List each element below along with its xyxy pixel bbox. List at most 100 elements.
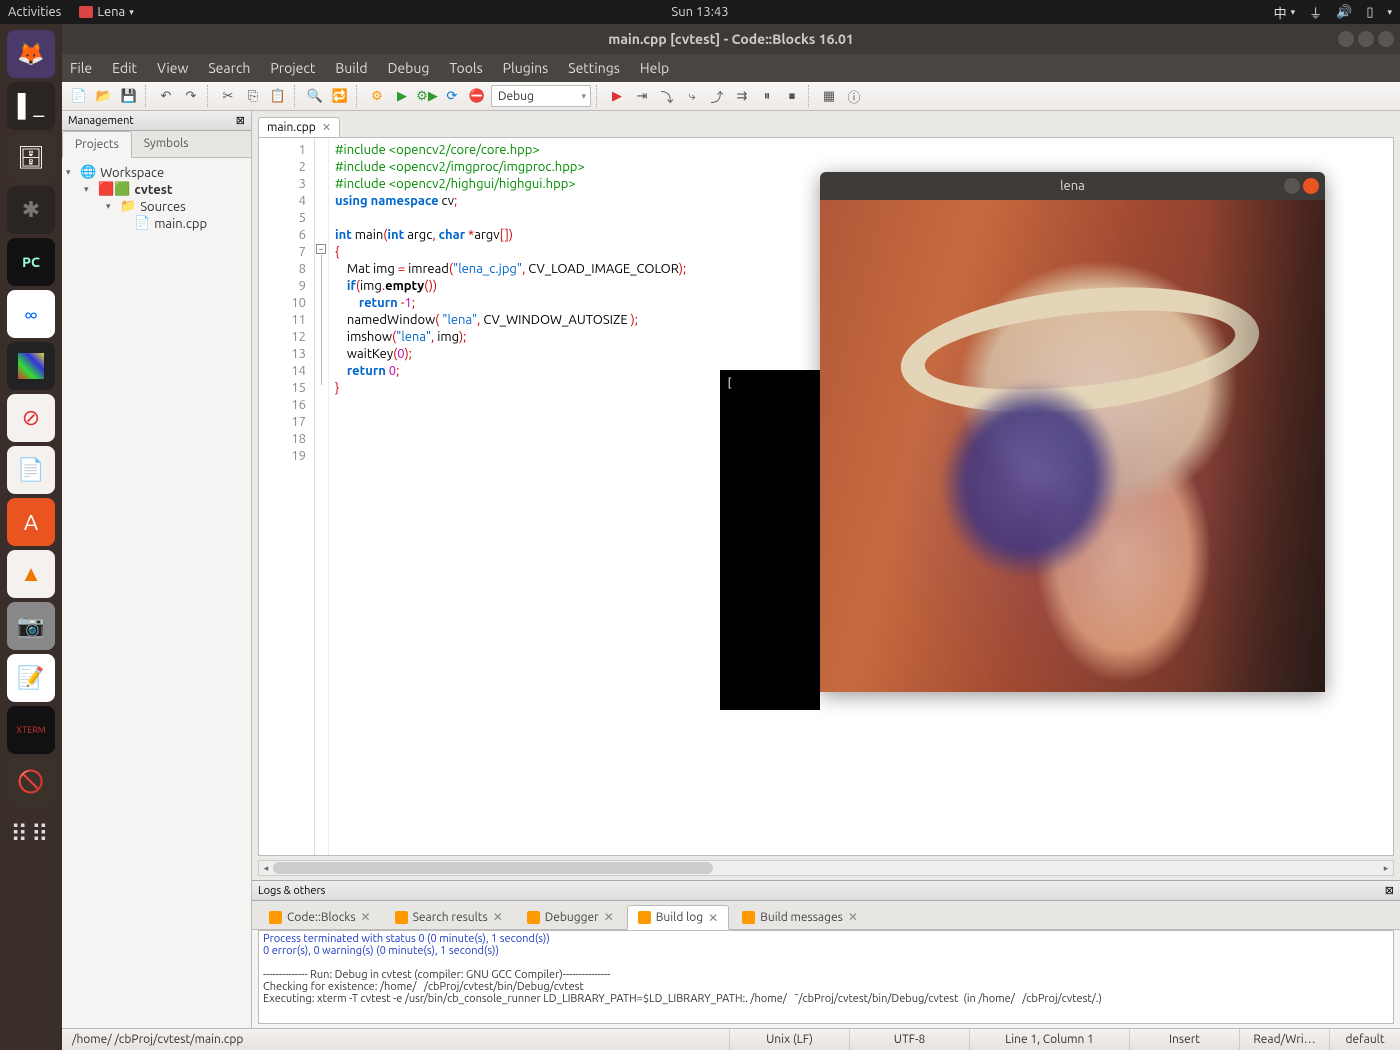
fold-marker[interactable]: −: [316, 244, 326, 254]
menu-settings[interactable]: Settings: [568, 60, 620, 76]
paste-button[interactable]: 📋: [267, 85, 289, 107]
graphviz-icon[interactable]: ✱: [7, 186, 55, 234]
close-icon[interactable]: ✕: [322, 121, 331, 134]
editor-tab[interactable]: main.cpp ✕: [258, 117, 340, 137]
rebuild-button[interactable]: ⟳: [441, 85, 463, 107]
open-button[interactable]: 📂: [93, 85, 115, 107]
management-title[interactable]: Management ⊠: [62, 111, 251, 131]
logtab-build-log[interactable]: Build log✕: [627, 905, 729, 930]
volume-icon[interactable]: 🔊: [1336, 5, 1352, 20]
terminal-icon[interactable]: ▌_: [7, 82, 55, 130]
vlc-icon[interactable]: ▲: [7, 550, 55, 598]
close-icon[interactable]: ✕: [604, 910, 614, 924]
activities-button[interactable]: Activities: [8, 5, 61, 19]
find-button[interactable]: 🔍: [304, 85, 326, 107]
blocked-icon[interactable]: 🚫: [7, 758, 55, 806]
menu-view[interactable]: View: [157, 60, 188, 76]
menu-plugins[interactable]: Plugins: [503, 60, 549, 76]
show-apps-icon[interactable]: ⠿⠿: [7, 810, 55, 858]
logtab-code-blocks[interactable]: Code::Blocks✕: [258, 905, 382, 929]
xterm-icon[interactable]: XTERM: [7, 706, 55, 754]
baidu-icon[interactable]: ∞: [7, 290, 55, 338]
run-to-cursor-button[interactable]: ⇥: [631, 85, 653, 107]
battery-icon[interactable]: ▯: [1366, 5, 1373, 20]
logtab-build-messages[interactable]: Build messages✕: [731, 905, 869, 929]
debug-start-button[interactable]: ▶: [606, 85, 628, 107]
build-button[interactable]: ⚙: [366, 85, 388, 107]
step-into-button[interactable]: ⤷: [681, 85, 703, 107]
scroll-right-icon[interactable]: ▸: [1379, 861, 1393, 875]
network-icon[interactable]: ⏚: [1309, 3, 1322, 22]
close-button[interactable]: [1378, 31, 1394, 47]
console-window[interactable]: [720, 370, 820, 710]
minimize-button[interactable]: [1338, 31, 1354, 47]
codeblocks-icon[interactable]: [7, 342, 55, 390]
status-readwrite: Read/Wri…: [1240, 1029, 1330, 1050]
close-icon[interactable]: ⊠: [236, 114, 245, 127]
maximize-button[interactable]: [1358, 31, 1374, 47]
copy-button[interactable]: ⎘: [242, 85, 264, 107]
save-button[interactable]: 💾: [118, 85, 140, 107]
build-run-button[interactable]: ⚙▶: [416, 85, 438, 107]
redo-button[interactable]: ↷: [180, 85, 202, 107]
close-icon[interactable]: ✕: [361, 910, 371, 924]
horizontal-scrollbar[interactable]: ◂ ▸: [258, 860, 1394, 876]
undo-button[interactable]: ↶: [155, 85, 177, 107]
lena-titlebar[interactable]: lena: [820, 172, 1325, 200]
lena-window[interactable]: lena: [820, 172, 1325, 692]
logs-title[interactable]: Logs & others ⊠: [252, 881, 1400, 901]
menu-project[interactable]: Project: [270, 60, 315, 76]
app-menu[interactable]: Lena ▾: [79, 5, 133, 19]
tab-projects[interactable]: Projects: [62, 131, 132, 158]
build-target-select[interactable]: Debug: [491, 85, 591, 107]
tree-workspace[interactable]: ▾🌐Workspace: [66, 164, 247, 181]
ime-indicator[interactable]: 中▾: [1274, 3, 1296, 22]
tab-symbols[interactable]: Symbols: [132, 131, 201, 157]
step-out-button[interactable]: ⤴: [706, 85, 728, 107]
menu-build[interactable]: Build: [335, 60, 367, 76]
menu-debug[interactable]: Debug: [388, 60, 430, 76]
scrollbar-thumb[interactable]: [273, 862, 713, 874]
tree-file[interactable]: 📄main.cpp: [66, 215, 247, 232]
break-button[interactable]: ⏸: [756, 85, 778, 107]
system-menu-icon[interactable]: ▾: [1387, 7, 1392, 18]
step-over-button[interactable]: ⤵: [656, 85, 678, 107]
close-icon[interactable]: ✕: [848, 910, 858, 924]
tree-folder[interactable]: ▾📁Sources: [66, 198, 247, 215]
reader-icon[interactable]: ⊘: [7, 394, 55, 442]
window-titlebar[interactable]: main.cpp [cvtest] - Code::Blocks 16.01: [62, 24, 1400, 54]
next-instr-button[interactable]: ⇉: [731, 85, 753, 107]
menu-tools[interactable]: Tools: [449, 60, 482, 76]
menu-help[interactable]: Help: [640, 60, 669, 76]
menu-file[interactable]: File: [70, 60, 92, 76]
run-button[interactable]: ▶: [391, 85, 413, 107]
close-button[interactable]: [1303, 178, 1319, 194]
close-icon[interactable]: ⊠: [1385, 884, 1394, 897]
menu-search[interactable]: Search: [208, 60, 250, 76]
info-button[interactable]: ⓘ: [843, 85, 865, 107]
logtab-search-results[interactable]: Search results✕: [384, 905, 514, 929]
camera-icon[interactable]: 📷: [7, 602, 55, 650]
clock[interactable]: Sun 13:43: [671, 5, 728, 19]
debug-windows-button[interactable]: ▦: [818, 85, 840, 107]
code-body[interactable]: #include <opencv2/core/core.hpp> #includ…: [329, 138, 692, 855]
close-icon[interactable]: ✕: [708, 911, 718, 925]
scroll-left-icon[interactable]: ◂: [259, 861, 273, 875]
replace-button[interactable]: 🔁: [329, 85, 351, 107]
logtab-debugger[interactable]: Debugger✕: [516, 905, 625, 929]
pycharm-icon[interactable]: PC: [7, 238, 55, 286]
software-icon[interactable]: A: [7, 498, 55, 546]
new-file-button[interactable]: 📄: [68, 85, 90, 107]
log-output[interactable]: Process terminated with status 0 (0 minu…: [258, 930, 1394, 1024]
writer-icon[interactable]: 📄: [7, 446, 55, 494]
menu-edit[interactable]: Edit: [112, 60, 137, 76]
files-icon[interactable]: 🗄: [7, 134, 55, 182]
stop-button[interactable]: ⏹: [781, 85, 803, 107]
firefox-icon[interactable]: 🦊: [7, 30, 55, 78]
close-icon[interactable]: ✕: [493, 910, 503, 924]
cut-button[interactable]: ✂: [217, 85, 239, 107]
abort-button[interactable]: ⛔: [466, 85, 488, 107]
texteditor-icon[interactable]: 📝: [7, 654, 55, 702]
minimize-button[interactable]: [1284, 178, 1300, 194]
tree-project[interactable]: ▾🟥🟩cvtest: [66, 181, 247, 198]
